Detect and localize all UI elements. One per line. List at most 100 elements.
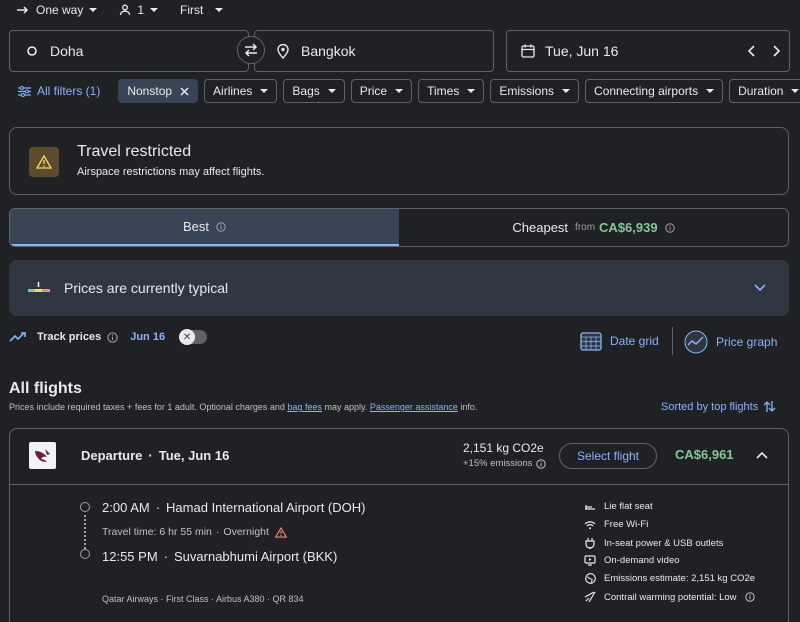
tab-cheapest-label: Cheapest: [512, 220, 569, 235]
close-icon[interactable]: [180, 86, 189, 96]
filter-chip-label: Airlines: [213, 84, 253, 98]
filter-chip-nonstop[interactable]: Nonstop: [118, 79, 199, 103]
chevron-down-icon: [150, 8, 159, 12]
tab-best[interactable]: Best: [10, 209, 399, 246]
cabin-class-label: First: [180, 3, 204, 17]
airline-logo: [29, 442, 56, 469]
passenger-assistance-link[interactable]: Passenger assistance: [370, 402, 458, 412]
amenity-label: Contrail warming potential: Low: [604, 591, 737, 603]
arrival-dot: [80, 549, 90, 559]
amenity-power: In-seat power & USB outlets: [584, 537, 723, 549]
seat-icon: [584, 502, 596, 512]
filter-chip-connecting-airports[interactable]: Connecting airports: [585, 79, 724, 103]
origin-dot-icon: [26, 45, 38, 57]
previous-date-button[interactable]: [747, 45, 757, 57]
swap-icon: [243, 43, 259, 57]
amenity-wifi: Free Wi-Fi: [584, 519, 648, 530]
filter-chip-label: Emissions: [499, 84, 555, 98]
separator: ·: [215, 526, 220, 538]
date-grid-label: Date grid: [610, 334, 659, 348]
bag-fees-link[interactable]: bag fees: [287, 402, 322, 412]
chevron-down-icon: [706, 89, 715, 93]
flight-date: Tue, Jun 16: [158, 448, 230, 463]
travel-time: Travel time: 6 hr 55 min: [102, 526, 212, 538]
price-graph-icon: [684, 330, 708, 354]
amenity-label: Emissions estimate: 2,151 kg CO2e: [604, 573, 756, 584]
flight-summary[interactable]: Departure · Tue, Jun 16 2,151 kg CO2e +1…: [10, 429, 788, 485]
price-graph-button[interactable]: Price graph: [684, 330, 777, 354]
arrival-time: 12:55 PM: [102, 549, 158, 564]
price-level-icon: [28, 281, 50, 295]
filter-chip-airlines[interactable]: Airlines: [204, 79, 278, 103]
separator: ·: [155, 500, 161, 515]
info-icon[interactable]: [664, 222, 675, 233]
chevron-down-icon: [327, 89, 336, 93]
trip-options: One way 1 First: [0, 0, 245, 20]
amenity-emissions: Emissions estimate: 2,151 kg CO2e: [584, 573, 755, 584]
amenity-label: In-seat power & USB outlets: [604, 537, 724, 549]
chevron-down-icon: [562, 89, 571, 93]
video-icon: [584, 555, 596, 566]
select-flight-button[interactable]: Select flight: [559, 443, 657, 469]
origin-field[interactable]: Doha: [9, 30, 249, 72]
flight-header: Departure · Tue, Jun 16: [81, 448, 229, 463]
trip-type-select[interactable]: One way: [16, 3, 98, 17]
chevron-up-icon[interactable]: [756, 451, 768, 459]
results-note: Prices include required taxes + fees for…: [9, 402, 477, 412]
filter-chip-price[interactable]: Price: [350, 79, 413, 103]
passengers-select[interactable]: 1: [119, 3, 159, 17]
power-plug-icon: [584, 537, 596, 549]
filter-chip-emissions[interactable]: Emissions: [490, 79, 580, 103]
divider: [672, 327, 673, 355]
tune-icon: [18, 85, 31, 97]
timeline-line: [84, 515, 86, 549]
destination-field[interactable]: Bangkok: [254, 30, 494, 72]
departure-airport: Hamad International Airport (DOH): [166, 500, 366, 515]
tab-cheapest[interactable]: Cheapest from CA$6,939: [399, 209, 788, 246]
departure-time: 2:00 AM: [102, 500, 150, 515]
filter-chip-bags[interactable]: Bags: [283, 79, 345, 103]
track-prices-toggle[interactable]: ✕: [179, 329, 208, 345]
info-icon[interactable]: [744, 592, 755, 602]
price-insight-banner[interactable]: Prices are currently typical: [9, 260, 789, 316]
travel-time-row: Travel time: 6 hr 55 min · Overnight: [102, 526, 287, 538]
arrow-right-icon: [16, 5, 30, 15]
amenity-label: Free Wi-Fi: [604, 519, 649, 530]
info-icon[interactable]: [216, 221, 226, 232]
all-filters-button[interactable]: All filters (1): [18, 84, 100, 98]
plane-icon: [584, 591, 596, 603]
chevron-down-icon: [791, 89, 800, 93]
cabin-class-select[interactable]: First: [180, 3, 224, 17]
info-icon[interactable]: [536, 458, 547, 469]
person-icon: [119, 4, 131, 16]
sort-icon: [763, 400, 776, 413]
filter-chip-label: Price: [359, 84, 388, 98]
tab-cheapest-from: from: [575, 222, 596, 233]
filter-chip-label: Times: [427, 84, 460, 98]
track-prices-label: Track prices: [37, 331, 102, 343]
filter-chip-label: Duration: [738, 84, 784, 98]
filter-chip-label: Nonstop: [127, 84, 173, 98]
departure-date-field[interactable]: Tue, Jun 16: [506, 30, 790, 72]
date-grid-button[interactable]: Date grid: [580, 331, 659, 351]
filter-chip-label: Connecting airports: [594, 84, 699, 98]
chevron-down-icon[interactable]: [754, 284, 766, 292]
price-insight-text: Prices are currently typical: [64, 280, 229, 296]
next-date-button[interactable]: [771, 45, 781, 57]
notice-title: Travel restricted: [77, 143, 192, 160]
flight-emissions: 2,151 kg CO2e: [463, 441, 544, 455]
results-note-text: info.: [457, 402, 478, 412]
calendar-icon: [521, 44, 535, 58]
location-pin-icon: [277, 43, 289, 59]
swap-button[interactable]: [237, 36, 265, 64]
filter-chip-duration[interactable]: Duration: [729, 79, 800, 103]
emissions-delta-row: +15% emissions: [463, 458, 547, 469]
sort-button[interactable]: Sorted by top flights: [661, 400, 776, 413]
flight-result-card: Departure · Tue, Jun 16 2,151 kg CO2e +1…: [9, 428, 789, 622]
info-icon[interactable]: [107, 331, 118, 343]
emissions-delta: +15% emissions: [463, 458, 533, 469]
filter-chip-times[interactable]: Times: [418, 79, 485, 103]
tab-cheapest-price: CA$6,939: [599, 220, 658, 235]
price-graph-label: Price graph: [716, 335, 778, 349]
departure-dot: [80, 502, 90, 512]
